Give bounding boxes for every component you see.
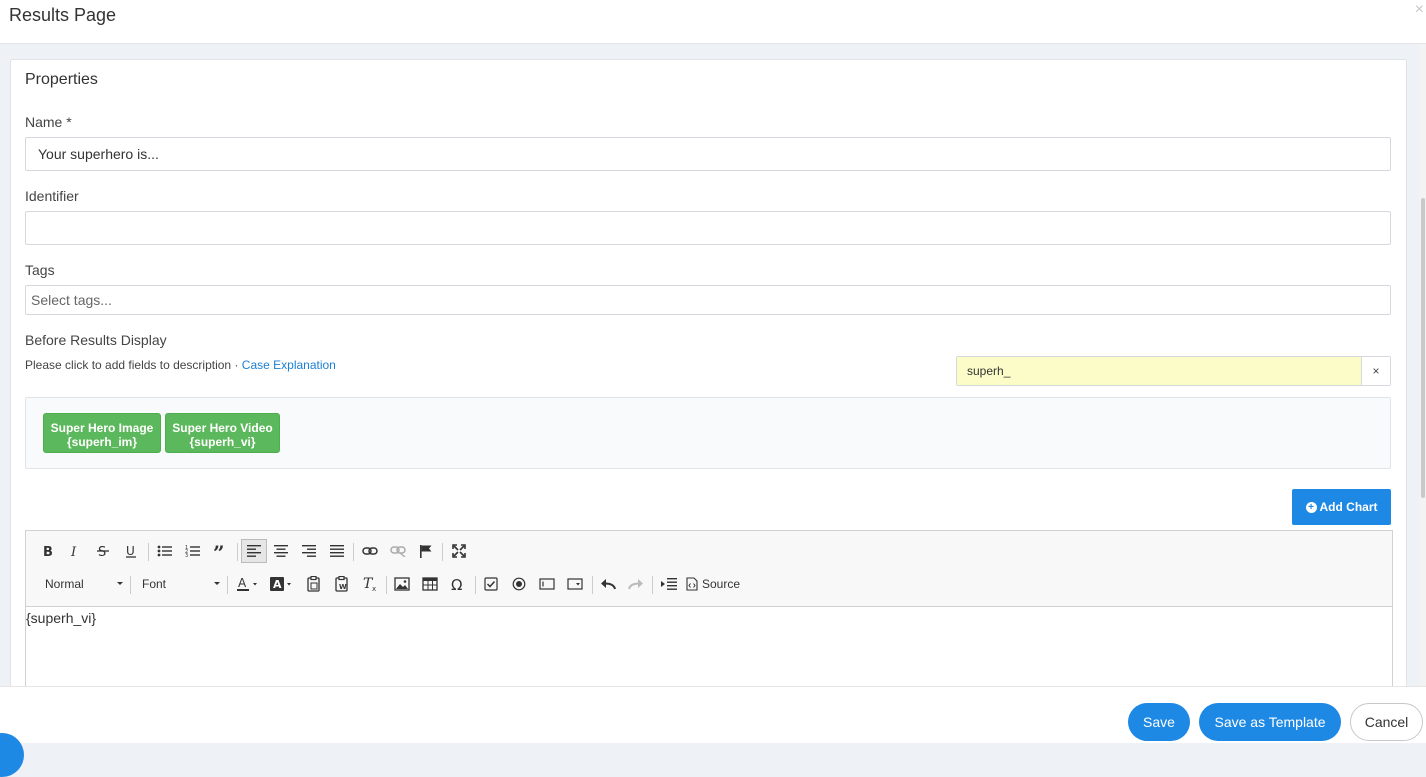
- radio-button-icon[interactable]: [507, 572, 531, 596]
- tags-input[interactable]: [25, 285, 1391, 315]
- svg-text:B: B: [43, 545, 53, 558]
- editor-content-text: {superh_vi}: [26, 610, 97, 626]
- editor-toolbar: B I S U 123 ”: [26, 531, 1392, 607]
- fields-hint: Please click to add fields to descriptio…: [25, 358, 336, 372]
- blockquote-icon[interactable]: ”: [209, 539, 233, 563]
- tags-label: Tags: [25, 262, 55, 278]
- format-select[interactable]: Normal: [45, 572, 123, 596]
- add-chart-label: Add Chart: [1319, 500, 1378, 514]
- toolbar-separator: [227, 576, 228, 594]
- numbered-list-icon[interactable]: 123: [181, 539, 205, 563]
- unlink-icon[interactable]: [386, 539, 410, 563]
- undo-icon[interactable]: [596, 572, 620, 596]
- name-label: Name *: [25, 114, 72, 130]
- table-icon[interactable]: [418, 572, 442, 596]
- font-select[interactable]: Font: [142, 572, 220, 596]
- plus-circle-icon: +: [1305, 501, 1317, 513]
- toolbar-separator: [592, 576, 593, 594]
- align-justify-icon[interactable]: [325, 539, 349, 563]
- text-color-icon[interactable]: A: [234, 572, 262, 596]
- field-button-super-hero-image[interactable]: Super Hero Image {superh_im}: [43, 413, 161, 453]
- field-button-super-hero-video[interactable]: Super Hero Video {superh_vi}: [165, 413, 280, 453]
- select-field-icon[interactable]: [563, 572, 587, 596]
- chevron-down-icon: [117, 582, 123, 585]
- close-icon[interactable]: ×: [1415, 2, 1424, 18]
- remove-format-icon[interactable]: Tx: [358, 572, 382, 596]
- svg-text:A: A: [238, 576, 247, 590]
- svg-text:3: 3: [185, 553, 188, 558]
- field-search-input[interactable]: [957, 357, 1361, 385]
- modal-footer: Save Save as Template Cancel: [0, 686, 1426, 743]
- svg-text:”: ”: [213, 544, 225, 558]
- image-icon[interactable]: [390, 572, 414, 596]
- toolbar-separator: [237, 543, 238, 561]
- toolbar-separator: [386, 576, 387, 594]
- source-button[interactable]: Source: [686, 572, 750, 596]
- paste-icon[interactable]: [302, 572, 326, 596]
- field-button-token: {superh_vi}: [189, 435, 256, 449]
- add-chart-button[interactable]: + Add Chart: [1292, 489, 1391, 525]
- toolbar-separator: [475, 576, 476, 594]
- save-as-template-button[interactable]: Save as Template: [1199, 703, 1341, 741]
- align-left-icon[interactable]: [241, 539, 267, 563]
- maximize-icon[interactable]: [447, 539, 471, 563]
- properties-panel: Properties Name * Identifier Tags Before…: [10, 59, 1407, 730]
- page-title: Results Page: [9, 5, 117, 25]
- strikethrough-icon[interactable]: S: [91, 539, 115, 563]
- field-button-name: Super Hero Image: [50, 421, 154, 435]
- identifier-input[interactable]: [25, 211, 1391, 245]
- align-right-icon[interactable]: [297, 539, 321, 563]
- svg-text:I: I: [70, 545, 77, 558]
- bold-icon[interactable]: B: [36, 539, 60, 563]
- underline-icon[interactable]: U: [119, 539, 143, 563]
- case-explanation-link[interactable]: Case Explanation: [242, 358, 336, 372]
- field-button-token: {superh_im}: [66, 435, 138, 449]
- format-select-value: Normal: [45, 577, 84, 591]
- clear-search-icon[interactable]: ×: [1361, 357, 1390, 385]
- name-input[interactable]: [25, 137, 1391, 171]
- fields-area: Super Hero Image {superh_im} Super Hero …: [25, 397, 1391, 469]
- paste-from-word-icon[interactable]: W: [330, 572, 354, 596]
- hint-text: Please click to add fields to descriptio…: [25, 358, 232, 372]
- editor-content-area[interactable]: {superh_vi}: [26, 607, 1392, 626]
- link-icon[interactable]: [358, 539, 382, 563]
- indent-icon[interactable]: [657, 572, 681, 596]
- svg-text:A: A: [273, 578, 282, 591]
- toolbar-separator: [148, 543, 149, 561]
- font-select-value: Font: [142, 577, 167, 591]
- scrollbar-thumb[interactable]: [1421, 198, 1425, 498]
- cancel-button[interactable]: Cancel: [1350, 703, 1423, 741]
- bulleted-list-icon[interactable]: [153, 539, 177, 563]
- svg-text:W: W: [339, 583, 347, 591]
- svg-text:Ω: Ω: [451, 576, 462, 592]
- field-button-name: Super Hero Video: [172, 421, 273, 435]
- panel-title: Properties: [25, 71, 98, 88]
- field-search-box: ×: [956, 356, 1391, 386]
- source-label: Source: [702, 577, 741, 591]
- checkbox-icon[interactable]: [479, 572, 503, 596]
- italic-icon[interactable]: I: [63, 539, 87, 563]
- special-character-icon[interactable]: Ω: [446, 572, 470, 596]
- identifier-label: Identifier: [25, 188, 79, 204]
- source-icon: [686, 577, 698, 591]
- anchor-flag-icon[interactable]: [414, 539, 438, 563]
- save-button[interactable]: Save: [1128, 703, 1190, 741]
- hint-separator: ·: [234, 358, 239, 372]
- toolbar-separator: [442, 543, 443, 561]
- redo-icon[interactable]: [624, 572, 648, 596]
- toolbar-separator: [130, 576, 131, 594]
- toolbar-separator: [652, 576, 653, 594]
- svg-text:x: x: [372, 585, 376, 592]
- background-color-icon[interactable]: A: [267, 572, 297, 596]
- chevron-down-icon: [214, 582, 220, 585]
- text-field-icon[interactable]: [535, 572, 559, 596]
- toolbar-separator: [353, 543, 354, 561]
- before-results-label: Before Results Display: [25, 332, 167, 348]
- modal-header: Results Page ×: [0, 0, 1426, 44]
- svg-text:U: U: [126, 544, 135, 558]
- align-center-icon[interactable]: [269, 539, 293, 563]
